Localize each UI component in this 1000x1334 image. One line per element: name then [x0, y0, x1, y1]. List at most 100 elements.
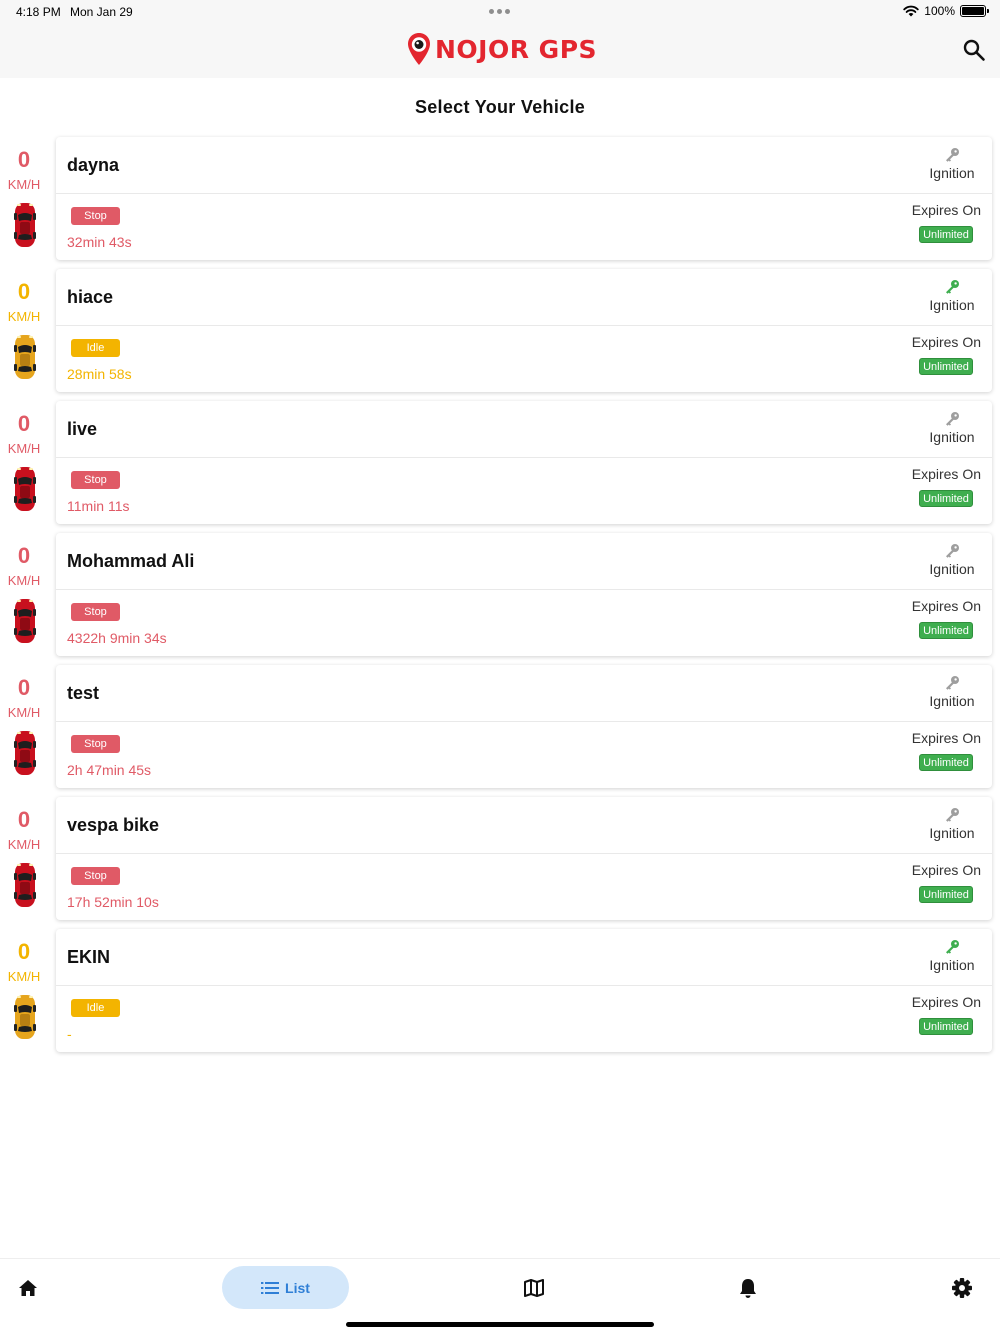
- speed-unit: KM/H: [7, 705, 41, 720]
- speed-value: 0: [17, 807, 31, 832]
- expires-label: Expires On: [911, 598, 981, 614]
- card-divider: [56, 589, 992, 590]
- card-divider: [56, 853, 992, 854]
- car-icon: [14, 599, 36, 643]
- expiry-badge: Unlimited: [919, 358, 973, 375]
- ignition-label: Ignition: [929, 429, 975, 445]
- expires-label: Expires On: [911, 862, 981, 878]
- vehicle-name: EKIN: [67, 947, 111, 967]
- key-icon: [946, 148, 959, 162]
- status-indicators: 100%: [903, 4, 989, 18]
- key-icon: [946, 412, 959, 426]
- tab-list-label: List: [285, 1279, 310, 1296]
- key-icon: [946, 280, 959, 294]
- expires-label: Expires On: [911, 730, 981, 746]
- card-divider: [56, 457, 992, 458]
- card-divider: [56, 721, 992, 722]
- bell-icon[interactable]: [737, 1277, 759, 1299]
- speed-indicator: 0 KM/H: [0, 401, 48, 456]
- map-icon[interactable]: [523, 1277, 545, 1299]
- vehicle-name: dayna: [67, 155, 120, 175]
- vehicle-row[interactable]: 0 KM/H hiace Ignition Idle 28min 58s Exp…: [0, 269, 1000, 401]
- ignition-status: Ignition: [922, 279, 982, 315]
- car-icon: [14, 995, 36, 1039]
- battery-icon: [960, 5, 989, 17]
- expires-label: Expires On: [911, 994, 981, 1010]
- ignition-label: Ignition: [929, 825, 975, 841]
- vehicle-card[interactable]: EKIN Ignition Idle - Expires On Unlimite…: [56, 929, 992, 1052]
- page-title: Select Your Vehicle: [414, 97, 586, 117]
- status-badge: Stop: [71, 603, 120, 621]
- ignition-status: Ignition: [922, 147, 982, 183]
- vehicle-name: test: [67, 683, 100, 703]
- wifi-icon: [903, 5, 919, 17]
- vehicle-row[interactable]: 0 KM/H live Ignition Stop 11min 11s Expi…: [0, 401, 1000, 533]
- vehicle-card[interactable]: Mohammad Ali Ignition Stop 4322h 9min 34…: [56, 533, 992, 656]
- card-divider: [56, 325, 992, 326]
- home-icon[interactable]: [17, 1277, 39, 1299]
- car-icon: [14, 467, 36, 511]
- status-bar: 4:18 PM Mon Jan 29 100%: [0, 0, 1000, 24]
- car-icon: [14, 335, 36, 379]
- expires-label: Expires On: [911, 466, 981, 482]
- key-icon: [946, 676, 959, 690]
- vehicle-row[interactable]: 0 KM/H vespa bike Ignition Stop 17h 52mi…: [0, 797, 1000, 929]
- speed-value: 0: [17, 279, 31, 304]
- speed-value: 0: [17, 147, 31, 172]
- speed-unit: KM/H: [7, 441, 41, 456]
- status-badge: Stop: [71, 471, 120, 489]
- vehicle-card[interactable]: vespa bike Ignition Stop 17h 52min 10s E…: [56, 797, 992, 920]
- status-duration: 4322h 9min 34s: [67, 630, 167, 646]
- ignition-status: Ignition: [922, 411, 982, 447]
- app-header: NOJOR GPS: [0, 24, 1000, 78]
- brand-name: NOJOR GPS: [435, 34, 598, 64]
- status-badge: Stop: [71, 207, 120, 225]
- expiry-badge: Unlimited: [919, 226, 973, 243]
- vehicle-name: vespa bike: [67, 815, 160, 835]
- speed-indicator: 0 KM/H: [0, 797, 48, 852]
- gear-icon[interactable]: [951, 1277, 973, 1299]
- vehicle-list: 0 KM/H dayna Ignition Stop 32min 43s Exp…: [0, 137, 1000, 1061]
- speed-unit: KM/H: [7, 837, 41, 852]
- search-icon[interactable]: [962, 38, 986, 62]
- vehicle-card[interactable]: hiace Ignition Idle 28min 58s Expires On…: [56, 269, 992, 392]
- speed-indicator: 0 KM/H: [0, 269, 48, 324]
- ignition-status: Ignition: [922, 675, 982, 711]
- status-badge: Stop: [71, 867, 120, 885]
- vehicle-row[interactable]: 0 KM/H Mohammad Ali Ignition Stop 4322h …: [0, 533, 1000, 665]
- speed-indicator: 0 KM/H: [0, 137, 48, 192]
- car-icon: [14, 203, 36, 247]
- speed-value: 0: [17, 939, 31, 964]
- status-time: 4:18 PM: [16, 5, 61, 19]
- expiry-badge: Unlimited: [919, 1018, 973, 1035]
- vehicle-name: Mohammad Ali: [67, 551, 195, 571]
- speed-indicator: 0 KM/H: [0, 533, 48, 588]
- vehicle-row[interactable]: 0 KM/H test Ignition Stop 2h 47min 45s E…: [0, 665, 1000, 797]
- vehicle-card[interactable]: test Ignition Stop 2h 47min 45s Expires …: [56, 665, 992, 788]
- status-badge: Idle: [71, 339, 120, 357]
- vehicle-row[interactable]: 0 KM/H EKIN Ignition Idle - Expires On U…: [0, 929, 1000, 1061]
- vehicle-row[interactable]: 0 KM/H dayna Ignition Stop 32min 43s Exp…: [0, 137, 1000, 269]
- key-icon: [946, 808, 959, 822]
- location-pin-icon: [408, 33, 430, 65]
- speed-value: 0: [17, 543, 31, 568]
- status-badge: Stop: [71, 735, 120, 753]
- tab-list[interactable]: List: [222, 1266, 349, 1309]
- expires-label: Expires On: [911, 334, 981, 350]
- speed-indicator: 0 KM/H: [0, 929, 48, 984]
- expiry-badge: Unlimited: [919, 490, 973, 507]
- ignition-label: Ignition: [929, 561, 975, 577]
- status-duration: 28min 58s: [67, 366, 132, 382]
- status-duration: 2h 47min 45s: [67, 762, 152, 778]
- vehicle-card[interactable]: live Ignition Stop 11min 11s Expires On …: [56, 401, 992, 524]
- status-duration: 17h 52min 10s: [67, 894, 159, 910]
- ignition-label: Ignition: [929, 165, 975, 181]
- expiry-badge: Unlimited: [919, 754, 973, 771]
- home-indicator: [346, 1322, 654, 1327]
- vehicle-card[interactable]: dayna Ignition Stop 32min 43s Expires On…: [56, 137, 992, 260]
- ignition-status: Ignition: [922, 939, 982, 975]
- status-badge: Idle: [71, 999, 120, 1017]
- multitasking-dots-icon[interactable]: [489, 9, 510, 14]
- vehicle-name: hiace: [67, 287, 114, 307]
- expiry-badge: Unlimited: [919, 622, 973, 639]
